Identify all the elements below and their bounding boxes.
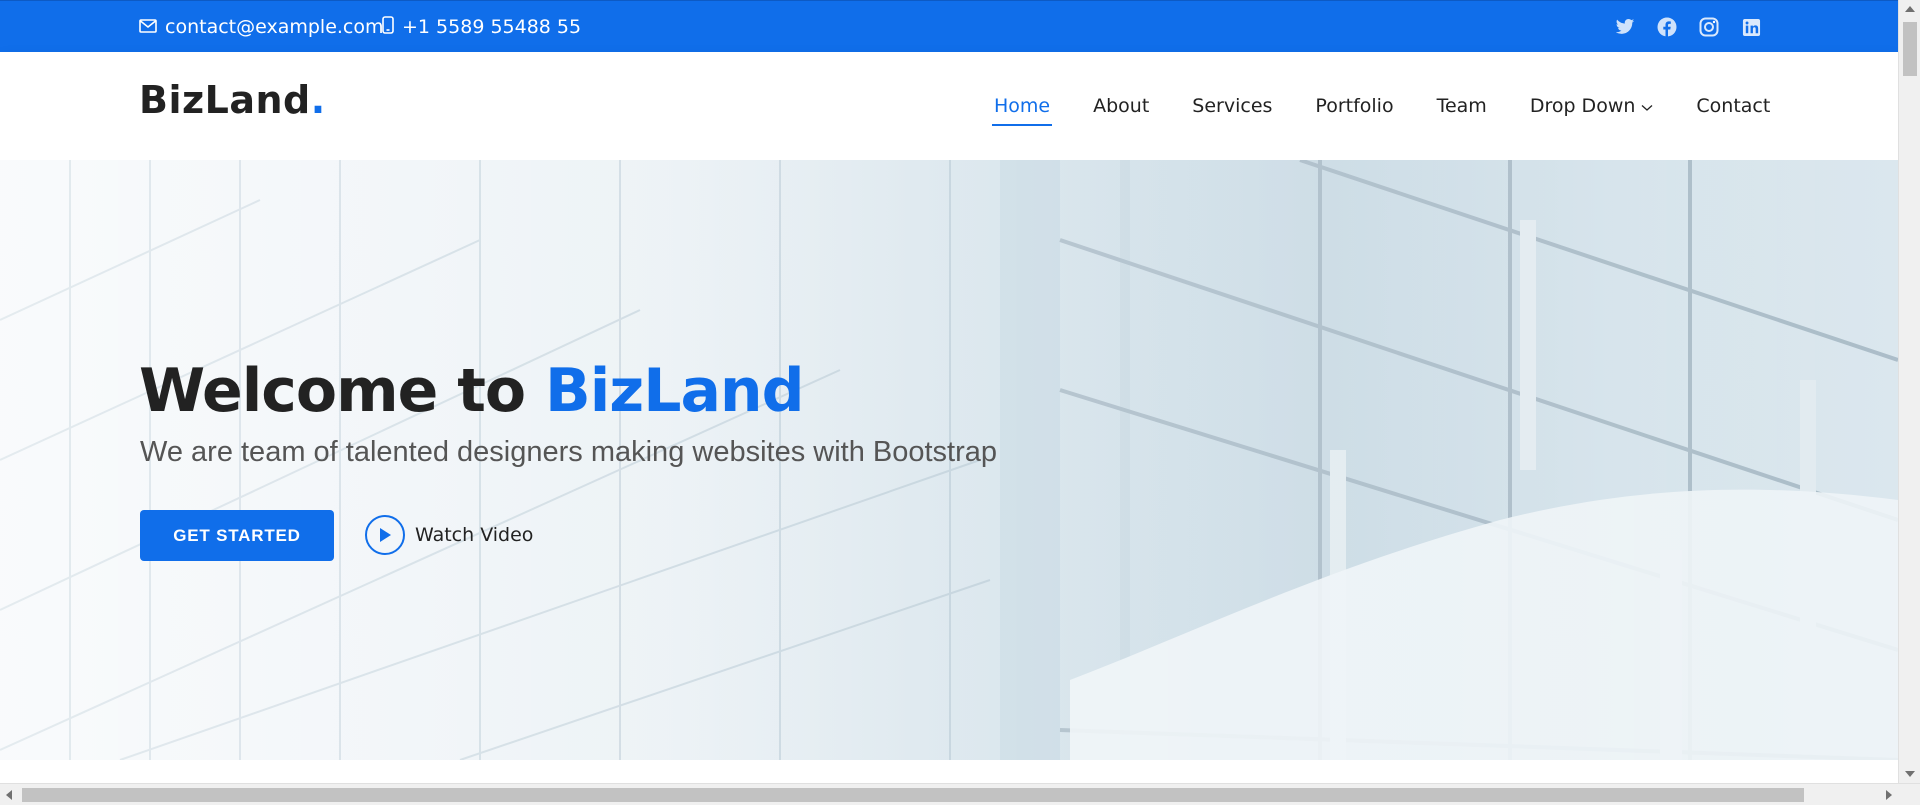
hero-title-brand: BizLand bbox=[544, 356, 805, 426]
twitter-icon[interactable] bbox=[1614, 16, 1636, 38]
site-header: BizLand. Home About Services Portfolio T… bbox=[0, 52, 1898, 160]
nav-team[interactable]: Team bbox=[1437, 86, 1487, 126]
chevron-down-icon bbox=[1635, 95, 1653, 117]
main-nav: Home About Services Portfolio Team Drop … bbox=[991, 52, 1813, 160]
hero-section: Welcome to BizLand We are team of talent… bbox=[0, 160, 1898, 760]
scroll-right-arrow-icon[interactable] bbox=[1886, 790, 1892, 800]
watch-video-label: Watch Video bbox=[415, 524, 534, 546]
facebook-icon[interactable] bbox=[1656, 16, 1678, 38]
horizontal-scroll-thumb[interactable] bbox=[22, 788, 1804, 802]
top-contact-bar: contact@example.com +1 5589 55488 55 bbox=[0, 0, 1898, 52]
nav-dropdown-label: Drop Down bbox=[1529, 95, 1636, 117]
site-logo[interactable]: BizLand. bbox=[139, 78, 326, 122]
get-started-button[interactable]: GET STARTED bbox=[140, 510, 334, 561]
phone-icon bbox=[382, 15, 402, 39]
logo-dot: . bbox=[310, 78, 326, 122]
vertical-scroll-thumb[interactable] bbox=[1903, 22, 1917, 76]
horizontal-scrollbar[interactable] bbox=[0, 783, 1920, 805]
hero-title: Welcome to BizLand bbox=[139, 356, 805, 426]
scroll-up-arrow-icon[interactable] bbox=[1905, 6, 1915, 12]
nav-contact[interactable]: Contact bbox=[1696, 86, 1770, 126]
play-icon bbox=[365, 515, 405, 555]
nav-dropdown[interactable]: Drop Down bbox=[1530, 86, 1654, 126]
contact-email-text: contact@example.com bbox=[165, 16, 384, 38]
vertical-scrollbar[interactable] bbox=[1898, 0, 1920, 783]
hero-subtitle: We are team of talented designers making… bbox=[140, 436, 998, 468]
nav-about[interactable]: About bbox=[1093, 86, 1149, 126]
linkedin-icon[interactable] bbox=[1740, 16, 1762, 38]
watch-video-button[interactable]: Watch Video bbox=[365, 514, 533, 556]
nav-services[interactable]: Services bbox=[1192, 86, 1272, 126]
contact-phone[interactable]: +1 5589 55488 55 bbox=[382, 1, 581, 53]
envelope-icon bbox=[139, 16, 165, 38]
scroll-left-arrow-icon[interactable] bbox=[6, 790, 12, 800]
nav-home[interactable]: Home bbox=[991, 86, 1053, 126]
nav-portfolio[interactable]: Portfolio bbox=[1315, 86, 1393, 126]
social-links bbox=[1614, 1, 1762, 53]
logo-text: BizLand bbox=[139, 78, 311, 122]
hero-title-prefix: Welcome to bbox=[139, 356, 545, 426]
contact-phone-text: +1 5589 55488 55 bbox=[402, 16, 582, 38]
scroll-down-arrow-icon[interactable] bbox=[1905, 771, 1915, 777]
page-below-hero bbox=[0, 760, 1898, 783]
contact-email[interactable]: contact@example.com bbox=[139, 1, 384, 53]
instagram-icon[interactable] bbox=[1698, 16, 1720, 38]
